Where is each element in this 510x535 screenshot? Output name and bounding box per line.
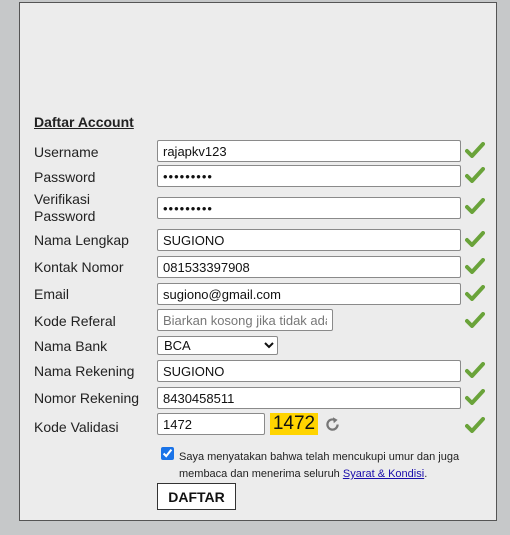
password-input[interactable] (157, 165, 461, 187)
check-icon (465, 285, 485, 301)
referral-input[interactable] (157, 309, 333, 331)
bank-select[interactable]: BCA (157, 336, 278, 355)
terms-link[interactable]: Syarat & Kondisi (343, 468, 424, 480)
check-icon (465, 417, 485, 433)
verify-password-label: Verifikasi Password (34, 191, 95, 225)
check-icon (465, 258, 485, 274)
check-icon (465, 142, 485, 158)
form-title: Daftar Account (34, 114, 134, 130)
check-icon (465, 198, 485, 214)
full-name-label: Nama Lengkap (34, 232, 129, 248)
password-label: Password (34, 169, 96, 185)
username-label: Username (34, 144, 99, 160)
email-label: Email (34, 286, 70, 302)
full-name-input[interactable] (157, 229, 461, 251)
verify-password-label-line1: Verifikasi (34, 191, 91, 207)
register-button[interactable]: DAFTAR (157, 483, 236, 510)
account-number-input[interactable] (157, 387, 461, 409)
registration-panel: Daftar Account Username Password Verifik… (19, 2, 497, 521)
account-number-label: Nomor Rekening (34, 390, 140, 406)
agreement-text-suffix: . (424, 468, 428, 480)
check-icon (465, 389, 485, 405)
captcha-image: 1472 (270, 413, 318, 435)
agreement-checkbox[interactable] (161, 447, 174, 460)
username-input[interactable] (157, 140, 461, 162)
check-icon (465, 231, 485, 247)
check-icon (465, 312, 485, 328)
account-name-input[interactable] (157, 360, 461, 382)
validation-input[interactable] (157, 413, 265, 435)
check-icon (465, 362, 485, 378)
check-icon (465, 167, 485, 183)
phone-input[interactable] (157, 256, 461, 278)
agreement-text: Saya menyatakan bahwa telah mencukupi um… (179, 449, 479, 483)
phone-label: Kontak Nomor (34, 259, 124, 275)
email-input[interactable] (157, 283, 461, 305)
refresh-icon[interactable] (324, 416, 341, 433)
verify-password-label-line2: Password (34, 208, 96, 224)
referral-label: Kode Referal (34, 313, 116, 329)
validation-label: Kode Validasi (34, 419, 119, 435)
account-name-label: Nama Rekening (34, 363, 135, 379)
verify-password-input[interactable] (157, 197, 461, 219)
bank-label: Nama Bank (34, 338, 108, 354)
